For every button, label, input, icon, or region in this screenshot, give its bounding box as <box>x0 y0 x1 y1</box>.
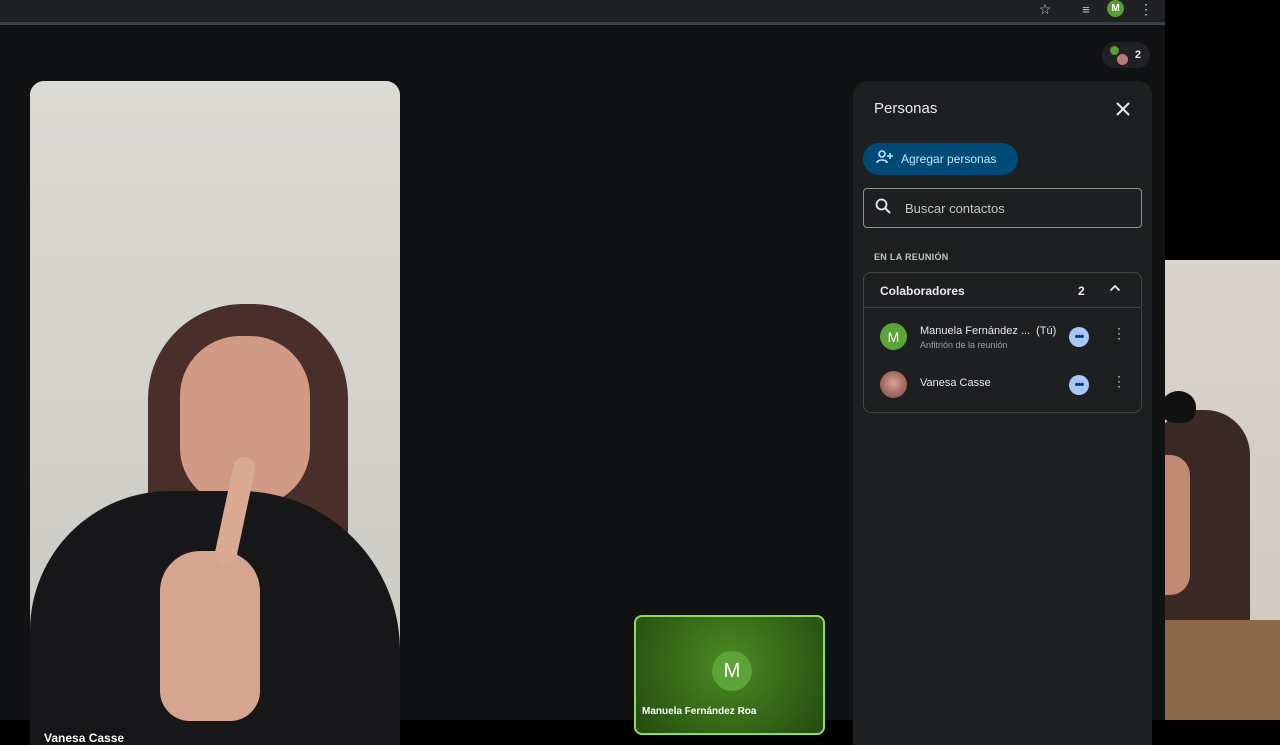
profile-avatar[interactable]: M <box>1107 0 1124 17</box>
main-tile-name: Vanesa Casse <box>44 731 125 745</box>
group-label: Colaboradores <box>880 284 965 298</box>
browser-toolbar: ☆ ≡ M ⋮ <box>0 0 1165 25</box>
side-person-face <box>1165 455 1190 595</box>
kebab-menu-icon[interactable]: ⋮ <box>1112 373 1126 390</box>
star-icon[interactable]: ☆ <box>1036 0 1054 18</box>
meeting-stage: 2 Vanesa Casse M Manuela Fernández Roa P… <box>0 25 1165 745</box>
participant-name: Manuela Fernández ... (Tú) <box>920 325 1056 337</box>
participant-count-chip[interactable]: 2 <box>1102 42 1150 68</box>
media-queue-icon[interactable]: ≡ <box>1077 0 1095 18</box>
self-video-tile[interactable]: M Manuela Fernández Roa <box>634 615 825 735</box>
avatar <box>880 371 907 398</box>
self-tile-name: Manuela Fernández Roa <box>642 706 757 717</box>
chevron-up-icon[interactable] <box>1109 281 1121 296</box>
search-icon <box>875 198 891 219</box>
more-options-button[interactable]: ••• <box>1069 327 1089 347</box>
side-person-body <box>1165 620 1280 720</box>
kebab-menu-icon[interactable]: ⋮ <box>1112 325 1126 342</box>
add-people-button[interactable]: Agregar personas <box>863 143 1018 175</box>
you-label: (Tú) <box>1036 325 1057 337</box>
add-people-label: Agregar personas <box>901 152 997 166</box>
participant-row[interactable]: Vanesa Casse ••• ⋮ <box>864 361 1141 405</box>
avatar: M <box>880 323 907 350</box>
people-panel: Personas Agregar personas Buscar contact… <box>853 81 1152 745</box>
self-avatar: M <box>712 651 752 691</box>
participant-role: Anfitrión de la reunión <box>920 340 1008 350</box>
side-video-feed <box>1165 260 1280 720</box>
more-options-button[interactable]: ••• <box>1069 375 1089 395</box>
browser-menu-icon[interactable]: ⋮ <box>1137 0 1155 18</box>
sunglasses-shape <box>1165 391 1196 423</box>
participant-name-text: Vanesa Casse <box>920 377 991 389</box>
close-panel-button[interactable] <box>1112 98 1134 120</box>
collaborators-header[interactable]: Colaboradores 2 <box>864 273 1141 308</box>
collaborators-group: Colaboradores 2 M Manuela Fernández ... (… <box>863 272 1142 413</box>
add-person-icon <box>876 150 894 168</box>
participant-count: 2 <box>1134 49 1141 61</box>
main-video-tile[interactable]: Vanesa Casse <box>30 81 400 745</box>
close-icon <box>1116 102 1130 116</box>
section-heading: EN LA REUNIÓN <box>874 252 949 262</box>
search-field[interactable] <box>863 188 1142 228</box>
search-input[interactable] <box>905 200 1125 216</box>
chip-avatar-icon <box>1116 53 1129 66</box>
panel-title: Personas <box>874 100 938 117</box>
group-count: 2 <box>1078 284 1085 298</box>
participant-name-text: Manuela Fernández ... <box>920 325 1031 337</box>
video-person-hand <box>160 551 260 721</box>
participant-row[interactable]: M Manuela Fernández ... (Tú) Anfitrión de… <box>864 313 1141 357</box>
